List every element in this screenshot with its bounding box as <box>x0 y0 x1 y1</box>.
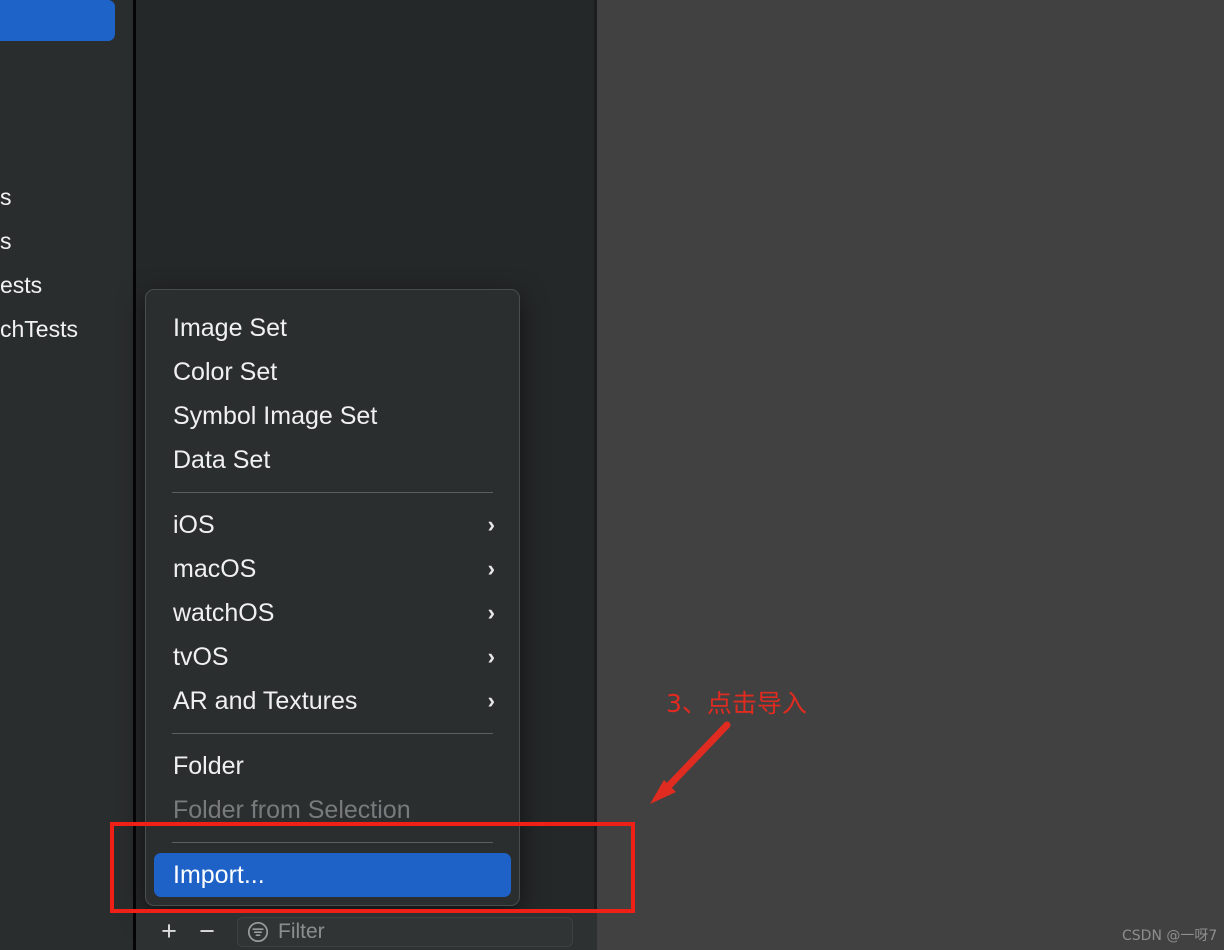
chevron-right-icon: › <box>487 600 495 625</box>
menu-item-label: tvOS <box>173 643 229 671</box>
annotation-arrow-icon <box>650 721 731 804</box>
menu-item-ios[interactable]: iOS › <box>146 503 519 547</box>
menu-item-symbol-image-set[interactable]: Symbol Image Set <box>146 394 519 438</box>
panel-edge-divider <box>594 0 597 950</box>
chevron-right-icon: › <box>487 688 495 713</box>
menu-item-label: Data Set <box>173 446 271 474</box>
watermark: CSDN @一呀7 <box>1122 928 1218 944</box>
add-button[interactable]: + <box>150 917 188 947</box>
menu-item-data-set[interactable]: Data Set <box>146 438 519 482</box>
navigator-item[interactable]: s <box>0 184 134 210</box>
menu-item-watchos[interactable]: watchOS › <box>146 591 519 635</box>
app-window: s s ests chTests Image Set Color Set Sym… <box>0 0 1224 950</box>
menu-separator <box>172 733 493 734</box>
menu-item-label: Color Set <box>173 358 278 386</box>
navigator-selected-row[interactable] <box>0 0 115 41</box>
chevron-right-icon: › <box>487 512 495 537</box>
remove-button[interactable]: − <box>188 917 226 947</box>
filter-input[interactable]: Filter <box>237 916 573 947</box>
chevron-right-icon: › <box>487 556 495 581</box>
asset-toolbar: + − Filter <box>136 913 597 950</box>
navigator-item[interactable]: s <box>0 228 134 254</box>
menu-item-label: Folder <box>173 752 244 780</box>
menu-item-label: iOS <box>173 511 215 539</box>
menu-item-color-set[interactable]: Color Set <box>146 350 519 394</box>
chevron-right-icon: › <box>487 644 495 669</box>
menu-item-tvos[interactable]: tvOS › <box>146 635 519 679</box>
menu-separator <box>172 492 493 493</box>
menu-item-label: Image Set <box>173 314 287 342</box>
menu-item-label: macOS <box>173 555 257 583</box>
menu-item-label: AR and Textures <box>173 687 358 715</box>
navigator-item[interactable]: chTests <box>0 316 134 342</box>
menu-item-label: Symbol Image Set <box>173 402 378 430</box>
filter-placeholder: Filter <box>278 919 325 943</box>
annotation-highlight-box <box>110 822 635 913</box>
navigator-item[interactable]: ests <box>0 272 134 298</box>
project-navigator: s s ests chTests <box>0 0 134 950</box>
add-asset-context-menu: Image Set Color Set Symbol Image Set Dat… <box>145 289 520 906</box>
menu-item-label: watchOS <box>173 599 275 627</box>
menu-item-image-set[interactable]: Image Set <box>146 306 519 350</box>
menu-item-ar-and-textures[interactable]: AR and Textures › <box>146 679 519 723</box>
filter-icon <box>247 921 269 942</box>
menu-item-macos[interactable]: macOS › <box>146 547 519 591</box>
menu-item-folder[interactable]: Folder <box>146 744 519 788</box>
